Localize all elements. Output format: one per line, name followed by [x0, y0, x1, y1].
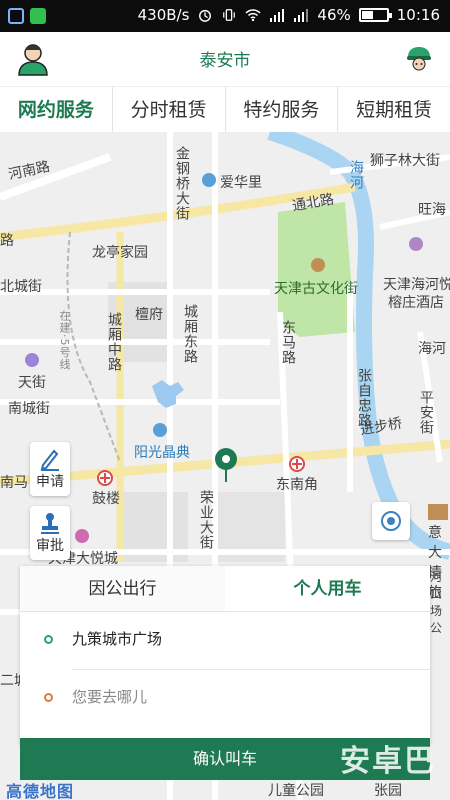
locate-me-button[interactable]: [372, 502, 410, 540]
map-label: 天津古文化街: [274, 281, 358, 297]
pickup-dot-icon: [44, 635, 53, 644]
map-label: 爱华里: [220, 175, 262, 191]
map-label: 平安街: [418, 390, 434, 435]
driver-service-icon[interactable]: [404, 44, 434, 74]
map-label: 东南角: [276, 477, 318, 493]
map-label: 城厢东路: [182, 304, 198, 364]
service-tabs: 网约服务 分时租赁 特约服务 短期租赁: [0, 86, 450, 132]
map-label: 榕庄酒店: [388, 295, 444, 311]
signal-icon: [270, 9, 285, 22]
map-label: 张园: [374, 783, 402, 799]
battery-icon: [358, 8, 392, 22]
map-label: 金钢桥大街: [174, 146, 190, 221]
map-label: 儿童公园: [268, 783, 324, 799]
tab-business-trip[interactable]: 因公出行: [20, 566, 225, 611]
map-label: 檀府: [135, 307, 163, 323]
clock: 10:16: [396, 6, 440, 24]
battery-percent: 46%: [317, 6, 351, 24]
map-label: 旺海: [418, 202, 446, 218]
map-label: 路: [0, 233, 14, 249]
map-label: 在建·5号线: [58, 310, 71, 371]
signal-3g-icon: [294, 9, 309, 22]
tab-contract-service[interactable]: 特约服务: [226, 87, 339, 132]
amap-logo: 高德地图: [6, 782, 75, 800]
map-label: 东马路: [280, 320, 296, 365]
map-label: 河口场公: [430, 570, 443, 635]
wifi-icon: [245, 9, 261, 22]
alarm-icon: [199, 9, 212, 22]
map-label: 海河: [348, 160, 364, 190]
destination-dot-icon: [44, 693, 53, 702]
tab-ride-hailing[interactable]: 网约服务: [0, 87, 113, 132]
map-label: 南马: [0, 475, 28, 491]
map-label: 荣业大街: [198, 490, 214, 550]
vibrate-icon: [223, 9, 236, 21]
app-header: 泰安市: [0, 32, 450, 86]
tab-personal-car[interactable]: 个人用车: [225, 566, 430, 611]
notification-app-icon: [8, 8, 24, 24]
watermark: 安卓巴: [340, 744, 436, 779]
map-label: 北城街: [0, 279, 42, 295]
stamp-icon: [41, 513, 59, 534]
status-bar: 430B/s 46% 10:16: [0, 0, 450, 32]
apply-label: 申请: [36, 474, 64, 490]
phone-notification-icon: [30, 8, 46, 24]
approve-button[interactable]: 审批: [30, 506, 70, 560]
tab-short-term-rental[interactable]: 短期租赁: [338, 87, 450, 132]
pickup-address: 九策城市广场: [72, 630, 163, 648]
tab-timeshare-rental[interactable]: 分时租赁: [113, 87, 226, 132]
pencil-icon: [40, 449, 59, 471]
map-label: 阳光晶典: [134, 445, 190, 461]
locate-icon: [381, 511, 401, 531]
booking-panel: 因公出行 个人用车 九策城市广场 您要去哪儿: [20, 566, 430, 744]
map-label: 南城街: [8, 401, 50, 417]
approve-label: 审批: [36, 538, 64, 554]
map-label: 天街: [18, 375, 46, 391]
map-label: 龙亭家园: [92, 245, 148, 261]
map-label: 海河: [418, 341, 446, 357]
map-label: 天津海河悦: [383, 277, 450, 293]
map-label: 鼓楼: [92, 491, 120, 507]
pickup-field[interactable]: 九策城市广场: [44, 612, 430, 670]
destination-placeholder: 您要去哪儿: [72, 688, 148, 706]
map-label: 狮子林大街: [370, 153, 440, 169]
city-title[interactable]: 泰安市: [0, 46, 450, 71]
map-label: 城厢中路: [106, 312, 122, 372]
destination-field[interactable]: 您要去哪儿: [20, 670, 430, 728]
trip-type-tabs: 因公出行 个人用车: [20, 566, 430, 612]
network-speed: 430B/s: [137, 6, 190, 24]
apply-button[interactable]: 申请: [30, 442, 70, 496]
